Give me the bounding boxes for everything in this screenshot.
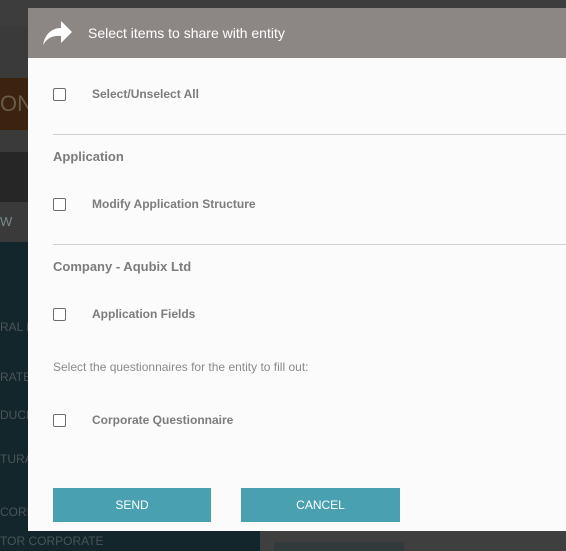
background-brand-banner: ON — [0, 78, 28, 130]
cancel-button[interactable]: CANCEL — [241, 488, 400, 522]
modal-header: Select items to share with entity — [28, 8, 566, 58]
corporate-questionnaire-checkbox[interactable] — [53, 413, 66, 427]
select-all-row[interactable]: Select/Unselect All — [53, 87, 199, 101]
application-fields-checkbox[interactable] — [53, 307, 66, 321]
background-sidebar-item: CORI — [0, 505, 28, 519]
section-title-application: Application — [53, 149, 124, 164]
background-pattern-strip — [0, 130, 28, 152]
background-dark-bar — [0, 152, 28, 202]
background-tab-label: W — [0, 214, 13, 229]
item-row[interactable]: Application Fields — [53, 307, 195, 321]
background-sidebar-item: TURAI — [0, 452, 28, 466]
select-all-checkbox[interactable] — [53, 87, 66, 101]
questionnaire-row[interactable]: Corporate Questionnaire — [53, 413, 233, 427]
background-tab: W — [0, 202, 28, 242]
section-title-company: Company - Aqubix Ltd — [53, 259, 192, 274]
share-items-modal: Select items to share with entity Select… — [28, 8, 566, 531]
item-row[interactable]: Modify Application Structure — [53, 197, 256, 211]
item-label[interactable]: Modify Application Structure — [92, 197, 256, 211]
share-arrow-icon — [43, 21, 72, 45]
background-brand-text: ON — [0, 91, 28, 116]
modal-title: Select items to share with entity — [88, 25, 285, 41]
select-all-label[interactable]: Select/Unselect All — [92, 87, 199, 101]
modify-application-structure-checkbox[interactable] — [53, 197, 66, 211]
divider — [53, 134, 566, 135]
background-header-pattern — [0, 26, 28, 78]
background-panel — [274, 542, 404, 551]
item-label[interactable]: Application Fields — [92, 307, 195, 321]
divider — [53, 244, 566, 245]
send-button[interactable]: SEND — [53, 488, 211, 522]
questionnaire-label[interactable]: Corporate Questionnaire — [92, 413, 233, 427]
background-sidebar-item: RATE — [0, 370, 28, 384]
questionnaire-prompt: Select the questionnaires for the entity… — [53, 360, 309, 374]
background-sidebar-item: RAL PI — [0, 320, 28, 334]
background-sidebar-item: TOR CORPORATE — [0, 534, 104, 548]
background-sidebar-item: DUCE — [0, 408, 28, 422]
